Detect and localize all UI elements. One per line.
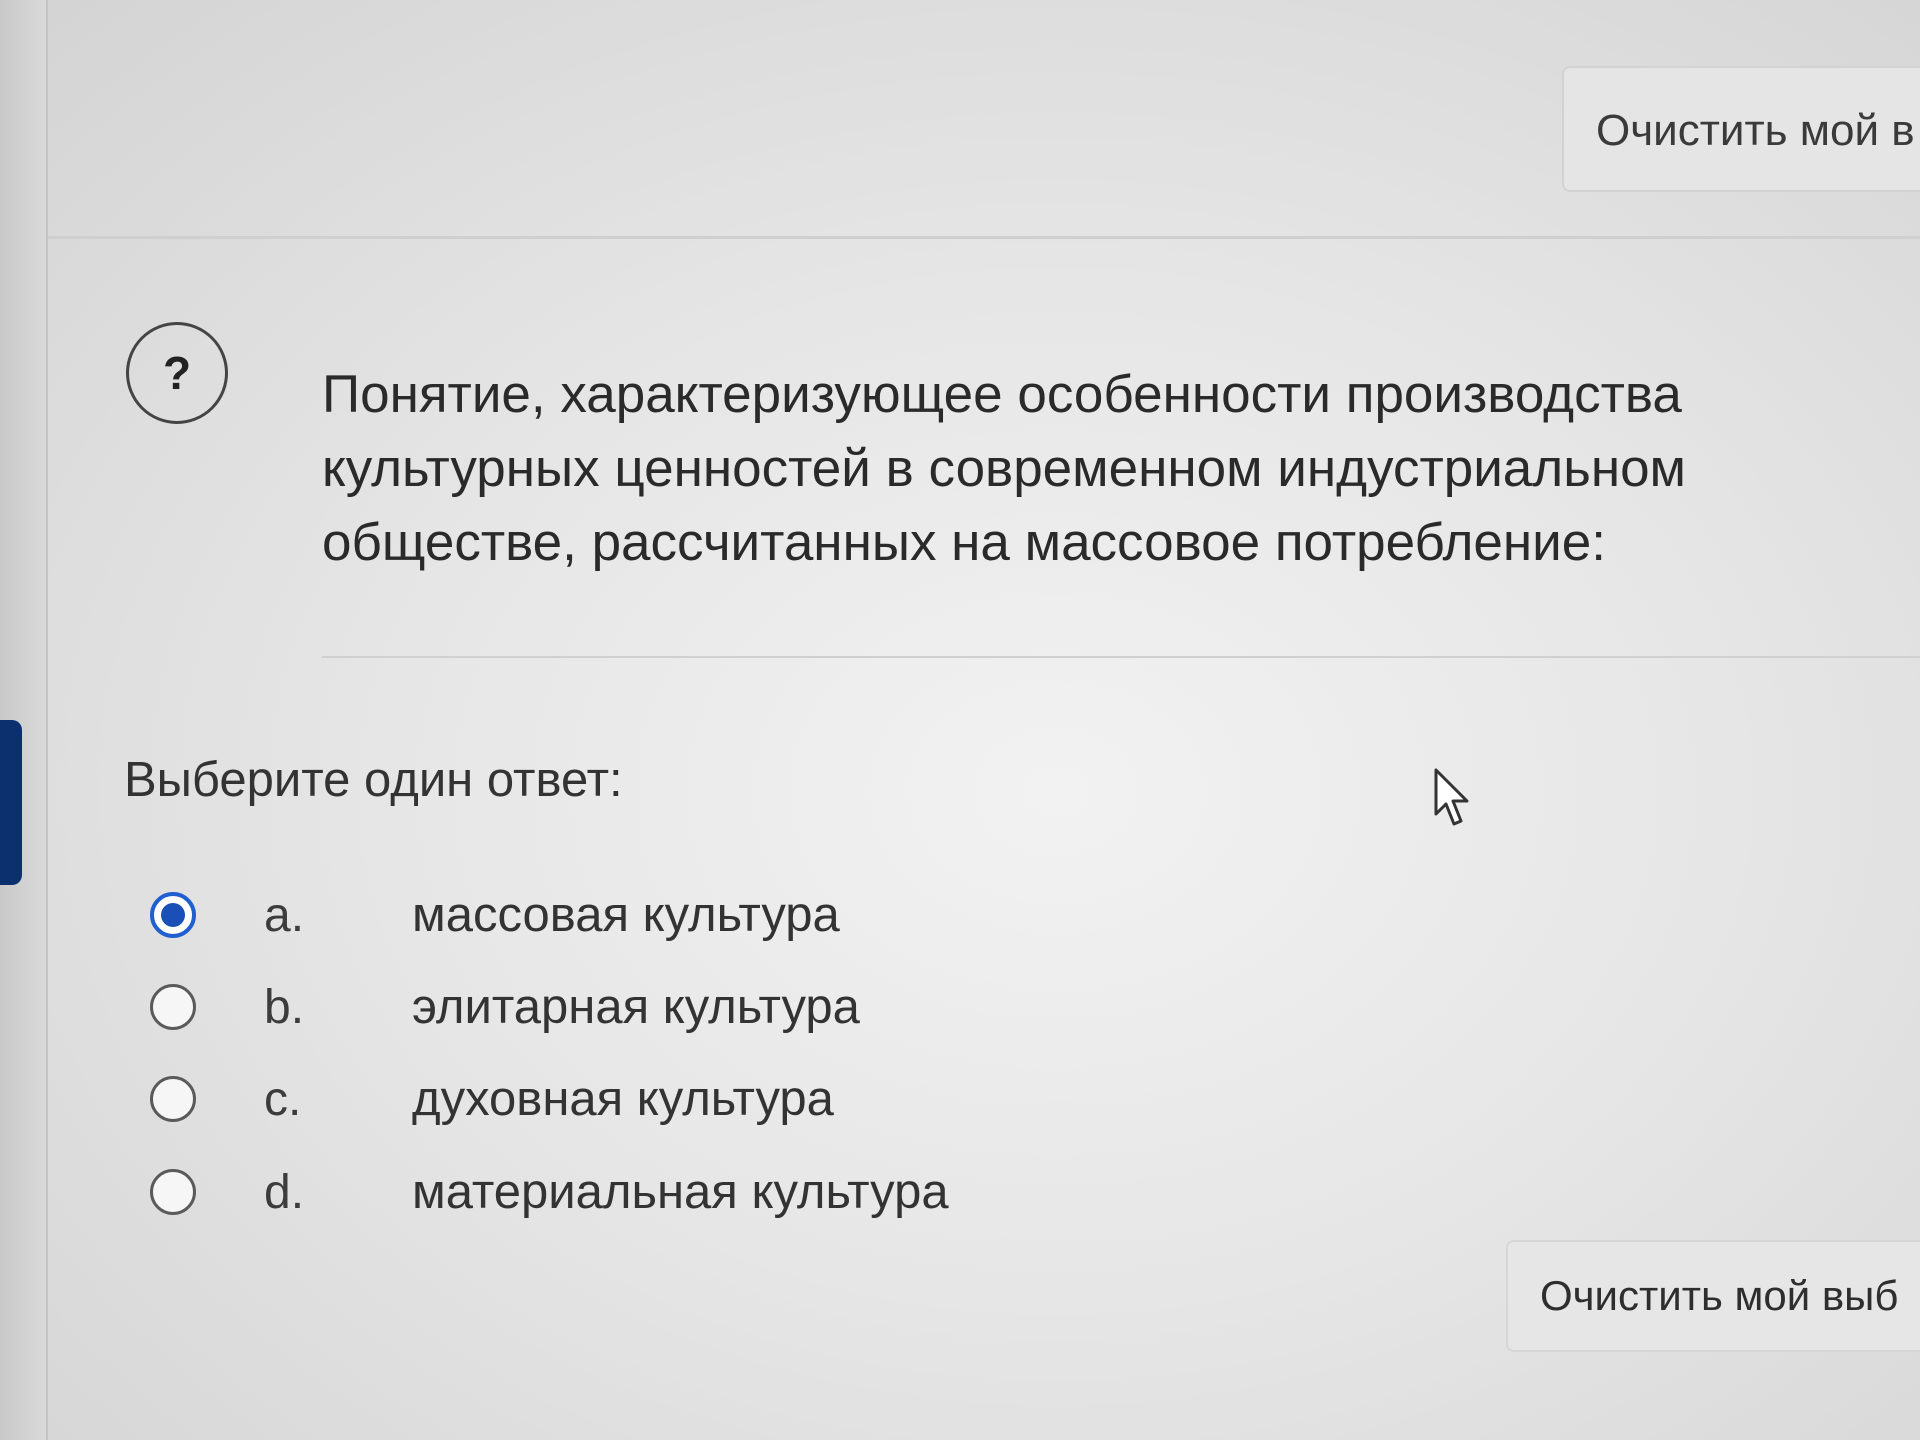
option-letter: b. [264,980,305,1034]
option-letter: d. [264,1165,305,1219]
option-label: духовная культура [412,1072,834,1126]
radio-button-c[interactable] [150,1076,196,1122]
question-mark-icon: ? [126,322,228,424]
clear-choice-button-top[interactable]: Очистить мой в [1562,66,1920,192]
question-line: обществе, рассчитанных на массовое потре… [322,513,1606,572]
radio-button-d[interactable] [150,1169,196,1215]
option-letter: a. [264,888,305,942]
question-line: Понятие, характеризующее особенности про… [322,365,1682,424]
radio-button-a[interactable] [150,892,196,938]
radio-button-b[interactable] [150,984,196,1030]
option-letter: c. [264,1072,302,1126]
option-label: элитарная культура [412,980,860,1034]
mouse-pointer-icon [1434,768,1469,826]
quiz-page: Очистить мой в ? Понятие, характеризующе… [0,0,1920,1440]
divider [322,656,1920,658]
option-label: массовая культура [412,888,840,942]
navigation-drawer-tab[interactable] [0,720,22,885]
answer-prompt: Выберите один ответ: [124,753,623,807]
clear-choice-button-bottom[interactable]: Очистить мой выб [1506,1240,1920,1352]
question-text: Понятие, характеризующее особенности про… [322,358,1802,580]
answer-option-d[interactable]: d. материальная культура [150,1157,1050,1227]
question-line: культурных ценностей в современном индус… [322,439,1686,498]
answer-option-c[interactable]: c. духовная культура [150,1064,1050,1134]
option-label: материальная культура [412,1165,949,1219]
answer-option-a[interactable]: a. массовая культура [150,880,1050,950]
answer-option-b[interactable]: b. элитарная культура [150,972,1050,1042]
